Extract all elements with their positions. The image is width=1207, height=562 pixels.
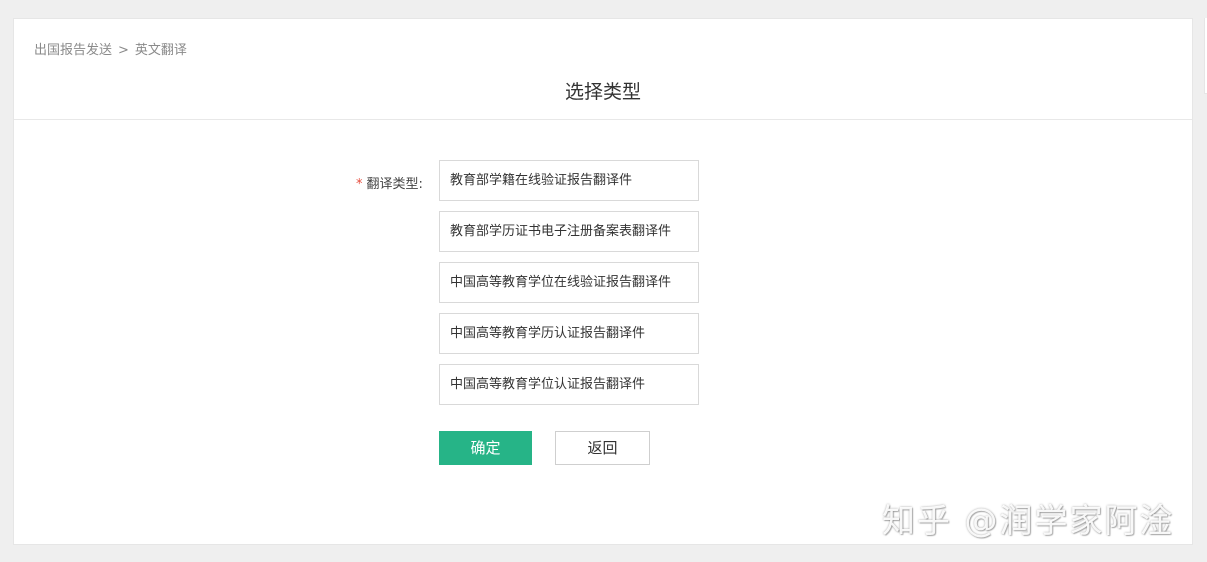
confirm-button[interactable]: 确定: [439, 431, 532, 465]
option-degree-online-verification[interactable]: 中国高等教育学位在线验证报告翻译件: [439, 262, 699, 303]
option-degree-certificate-registration[interactable]: 教育部学历证书电子注册备案表翻译件: [439, 211, 699, 252]
required-mark: *: [356, 177, 363, 192]
page-header: 出国报告发送 > 英文翻译 选择类型: [14, 19, 1192, 120]
breadcrumb-parent-link[interactable]: 出国报告发送: [34, 39, 112, 58]
breadcrumb-current: 英文翻译: [134, 43, 187, 58]
option-diploma-authentication[interactable]: 中国高等教育学历认证报告翻译件: [439, 313, 699, 354]
watermark: 知乎 @润学家阿淦: [882, 501, 1175, 540]
breadcrumb: 出国报告发送 > 英文翻译: [34, 39, 187, 58]
option-academic-status-verification[interactable]: 教育部学籍在线验证报告翻译件: [439, 160, 699, 201]
main-card: 出国报告发送 > 英文翻译 选择类型 * 翻译类型: 教育部学籍在线验证报告翻译件 教…: [13, 18, 1193, 545]
breadcrumb-separator: >: [118, 43, 129, 58]
page-title: 选择类型: [564, 81, 641, 103]
option-degree-authentication[interactable]: 中国高等教育学位认证报告翻译件: [439, 364, 699, 405]
translation-type-label: * 翻译类型:: [356, 173, 423, 192]
back-button[interactable]: 返回: [555, 431, 650, 465]
translation-type-label-text: 翻译类型:: [366, 177, 423, 192]
